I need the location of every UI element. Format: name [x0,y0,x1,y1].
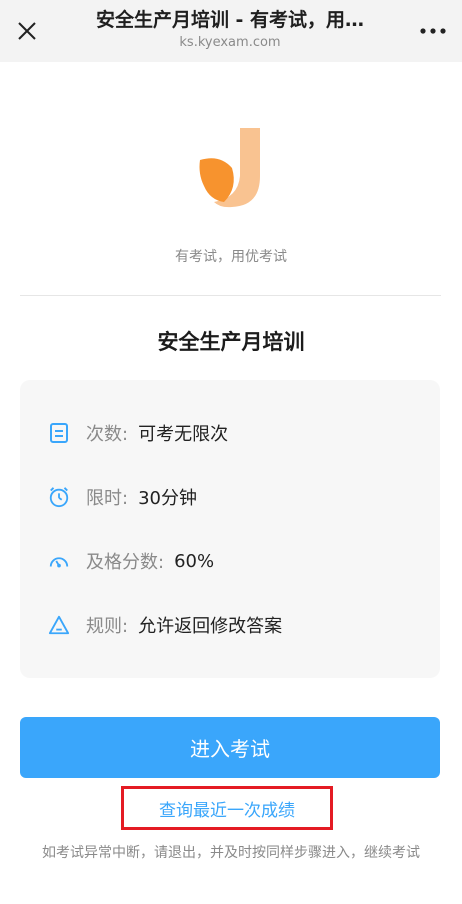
info-row-rules: 规则: 允许返回修改答案 [48,610,282,640]
page-url: ks.kyexam.com [179,35,281,50]
title-block: 安全生产月培训 - 有考试，用… ks.kyexam.com [60,6,400,52]
page-title: 安全生产月培训 - 有考试，用… [95,9,365,31]
info-label: 及格分数: [86,552,165,573]
info-row-attempts: 次数: 可考无限次 [48,418,228,448]
gauge-icon [48,550,70,572]
close-icon [18,22,36,40]
info-label: 限时: [86,488,129,509]
more-dots-icon [420,28,446,34]
exam-title: 安全生产月培训 [157,330,305,354]
info-label: 次数: [86,424,129,445]
slogan-text: 有考试，用优考试 [175,249,287,265]
query-latest-score-link[interactable]: 查询最近一次成绩 [121,786,333,830]
enter-exam-button[interactable]: 进入考试 [20,717,440,778]
more-button[interactable] [418,18,448,44]
info-value: 允许返回修改答案 [138,616,283,637]
logo-icon [199,128,260,208]
info-value: 可考无限次 [138,424,229,445]
info-row-passing-score: 及格分数: 60% [48,546,214,576]
info-value: 30分钟 [138,488,197,509]
warning-triangle-icon [48,614,70,636]
clock-icon [48,486,70,508]
close-button[interactable] [12,16,42,46]
info-label: 规则: [86,616,129,637]
exam-info-card: 次数: 可考无限次 限时: 30分钟 及格分数: 60% 规则: 允许返回修改答… [20,380,440,678]
browser-top-bar: 安全生产月培训 - 有考试，用… ks.kyexam.com [0,0,462,62]
notice-text: 如考试异常中断，请退出，并及时按同样步骤进入，继续考试 [42,845,420,861]
divider [20,295,441,296]
document-icon [48,422,70,444]
info-row-time-limit: 限时: 30分钟 [48,482,197,512]
info-value: 60% [174,550,215,572]
